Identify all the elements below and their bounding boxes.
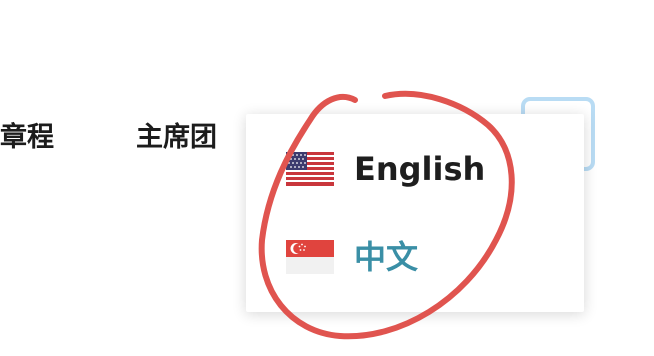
us-flag-icon (286, 152, 334, 186)
language-option-english[interactable]: English (246, 124, 584, 214)
language-option-chinese[interactable]: 中文 (246, 212, 584, 302)
nav-item-presidium[interactable]: 主席团 (136, 118, 217, 158)
nav-item-charter[interactable]: 章程 (0, 118, 54, 158)
language-option-label: 中文 (354, 238, 419, 276)
singapore-flag-icon (286, 240, 334, 274)
page: 章程 主席团 English 中文 (0, 0, 654, 356)
language-option-label: English (354, 150, 486, 188)
language-dropdown-menu: English 中文 (246, 114, 584, 312)
